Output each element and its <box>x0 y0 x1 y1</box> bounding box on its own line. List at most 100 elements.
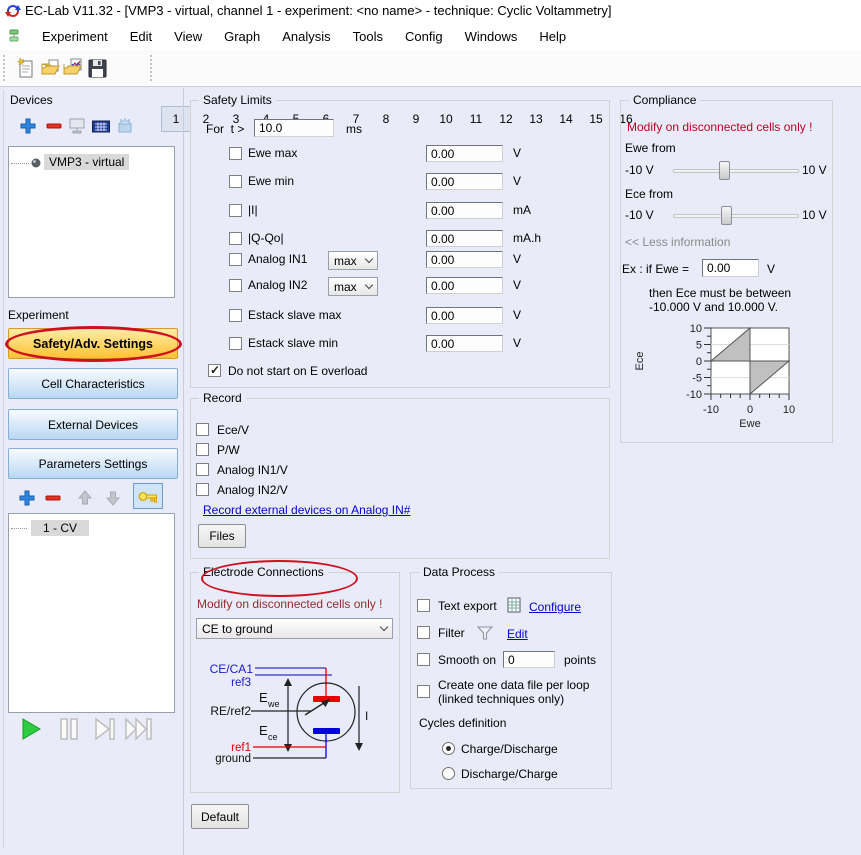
record-analog-in2-checkbox[interactable] <box>196 483 209 496</box>
connection-mode-select[interactable]: CE to ground <box>196 618 393 639</box>
smooth-points-input[interactable]: 0 <box>503 651 555 668</box>
ewe-slider-track[interactable] <box>673 169 799 173</box>
tab-external-devices[interactable]: External Devices <box>8 409 178 440</box>
ewe-slider-handle[interactable] <box>719 161 730 180</box>
estack-min-value[interactable]: 0.00 <box>426 335 503 352</box>
xtick-10: 10 <box>783 404 795 416</box>
configure-link[interactable]: Configure <box>529 600 581 614</box>
device-tree[interactable]: VMP3 - virtual <box>8 146 175 298</box>
files-button[interactable]: Files <box>198 524 246 548</box>
menu-edit[interactable]: Edit <box>119 29 163 44</box>
tab-parameters-settings[interactable]: Parameters Settings <box>8 448 178 479</box>
menu-tools[interactable]: Tools <box>342 29 394 44</box>
ewe-max-unit: V <box>513 146 521 160</box>
text-export-checkbox[interactable] <box>417 599 430 612</box>
main-toolbar: 1 2 3 4 5 6 7 8 9 10 11 12 13 14 15 16 <box>0 50 861 87</box>
no-start-overload-checkbox[interactable] <box>208 364 221 377</box>
ytick-5: 5 <box>696 340 702 352</box>
for-t-input[interactable]: 10.0 <box>254 119 334 137</box>
panel-separator[interactable] <box>183 88 184 855</box>
technique-move-up-button[interactable] <box>74 486 96 510</box>
safety-limits-group: Safety Limits For t > 10.0 ms Ewe max 0.… <box>190 100 610 388</box>
estack-max-checkbox[interactable] <box>229 309 242 322</box>
menu-help[interactable]: Help <box>528 29 577 44</box>
analog-in2-label: Analog IN2 <box>248 278 307 292</box>
analog-in2-value[interactable]: 0.00 <box>426 277 503 294</box>
lock-settings-button[interactable] <box>133 483 163 509</box>
channel-button-1[interactable]: 1 <box>161 106 191 132</box>
skip-sequence-button[interactable] <box>124 716 154 742</box>
analog-in2-checkbox[interactable] <box>229 279 242 292</box>
default-button[interactable]: Default <box>191 804 249 829</box>
menu-windows[interactable]: Windows <box>454 29 529 44</box>
new-settings-button[interactable] <box>14 56 36 80</box>
for-t-unit: ms <box>346 122 362 136</box>
charge-discharge-radio[interactable] <box>442 742 455 755</box>
pause-button[interactable] <box>56 716 82 742</box>
ytick-m10: -10 <box>686 389 702 401</box>
technique-add-button[interactable] <box>16 486 38 510</box>
ewe-max-checkbox[interactable] <box>229 147 242 160</box>
app-logo-icon <box>5 3 21 19</box>
filter-checkbox[interactable] <box>417 626 430 639</box>
current-limit-value[interactable]: 0.00 <box>426 202 503 219</box>
technique-remove-button[interactable] <box>42 486 64 510</box>
ewe-max-value[interactable]: 0.00 <box>426 145 503 162</box>
devices-panel-title: Devices <box>10 93 53 107</box>
record-ece-checkbox[interactable] <box>196 423 209 436</box>
device-remove-button[interactable] <box>43 114 65 138</box>
electrode-warning: Modify on disconnected cells only ! <box>197 597 382 611</box>
device-tree-item[interactable]: VMP3 - virtual <box>44 154 129 170</box>
run-button[interactable] <box>18 716 44 742</box>
charge-limit-value[interactable]: 0.00 <box>426 230 503 247</box>
annotation-ellipse-electrode-connections <box>201 560 358 597</box>
menu-experiment[interactable]: Experiment <box>31 29 119 44</box>
less-information-link[interactable]: << Less information <box>625 235 730 249</box>
ewe-min-checkbox[interactable] <box>229 175 242 188</box>
example-ewe-input[interactable]: 0.00 <box>702 259 759 277</box>
technique-move-down-button[interactable] <box>102 486 124 510</box>
ewe-min-value[interactable]: 0.00 <box>426 173 503 190</box>
estack-min-checkbox[interactable] <box>229 337 242 350</box>
save-button[interactable] <box>86 56 108 80</box>
ytick-m5: -5 <box>692 373 702 385</box>
technique-tree[interactable]: 1 - CV <box>8 513 175 713</box>
device-upgrade-button[interactable] <box>114 114 136 138</box>
analog-in1-value[interactable]: 0.00 <box>426 251 503 268</box>
analog-in1-checkbox[interactable] <box>229 253 242 266</box>
device-keyboard-button[interactable] <box>90 114 112 138</box>
menu-config[interactable]: Config <box>394 29 454 44</box>
smooth-checkbox[interactable] <box>417 653 430 666</box>
menu-graph[interactable]: Graph <box>213 29 271 44</box>
open-graph-button[interactable] <box>62 56 84 80</box>
ece-slider-handle[interactable] <box>721 206 732 225</box>
charge-limit-checkbox[interactable] <box>229 232 242 245</box>
analog-in2-mode-select[interactable]: max <box>328 277 378 296</box>
device-monitor-button[interactable] <box>66 114 88 138</box>
technique-tree-item[interactable]: 1 - CV <box>31 520 89 536</box>
file-per-loop-checkbox[interactable] <box>417 685 430 698</box>
menu-view[interactable]: View <box>163 29 213 44</box>
estack-max-value[interactable]: 0.00 <box>426 307 503 324</box>
ece-slider-track[interactable] <box>673 214 799 218</box>
new-document-icon <box>15 57 35 79</box>
safety-limits-title: Safety Limits <box>199 93 276 107</box>
device-add-button[interactable] <box>17 114 39 138</box>
toolbar-gripper[interactable] <box>3 55 6 81</box>
chart-xlabel: Ewe <box>739 418 760 430</box>
ewe-symbol: E <box>259 690 268 705</box>
record-analog-in1-checkbox[interactable] <box>196 463 209 476</box>
smooth-label: Smooth on <box>438 653 496 667</box>
keyboard-grid-icon <box>92 119 110 134</box>
record-external-devices-link[interactable]: Record external devices on Analog IN# <box>203 503 410 517</box>
edit-link[interactable]: Edit <box>507 627 528 641</box>
open-settings-button[interactable] <box>40 56 62 80</box>
tab-cell-characteristics[interactable]: Cell Characteristics <box>8 368 178 399</box>
current-limit-checkbox[interactable] <box>229 204 242 217</box>
discharge-charge-radio[interactable] <box>442 767 455 780</box>
menu-analysis[interactable]: Analysis <box>271 29 341 44</box>
record-power-checkbox[interactable] <box>196 443 209 456</box>
analog-in1-mode-select[interactable]: max <box>328 251 378 270</box>
left-panel-edge <box>3 90 4 848</box>
next-technique-button[interactable] <box>92 716 118 742</box>
